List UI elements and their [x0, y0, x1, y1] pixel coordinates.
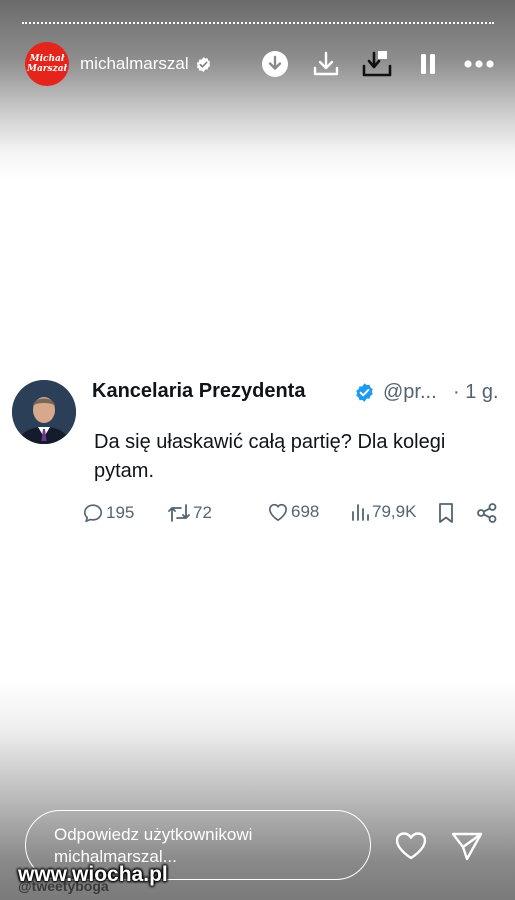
retweet-action[interactable]: 72: [167, 502, 212, 524]
verified-badge-icon: [356, 383, 373, 402]
download-circle-icon[interactable]: [259, 48, 291, 80]
heart-icon[interactable]: [393, 830, 429, 862]
tweet-author-name[interactable]: Kancelaria Prezydenta: [92, 380, 305, 403]
views-icon: [352, 504, 369, 521]
tweet-timestamp: · 1 g.: [453, 381, 499, 403]
profile-avatar[interactable]: Michał Marszał: [25, 42, 69, 86]
reply-count: 195: [106, 503, 135, 522]
share-icon: [477, 503, 497, 523]
views-action[interactable]: 79,9K: [350, 502, 416, 522]
send-icon[interactable]: [449, 830, 485, 862]
download-icon[interactable]: [310, 48, 342, 80]
reply-action[interactable]: 195: [82, 502, 134, 524]
avatar-text-line1: Michał: [29, 54, 65, 64]
avatar-text-line2: Marszał: [26, 64, 67, 74]
reply-icon: [83, 504, 103, 523]
like-action[interactable]: 698: [267, 502, 319, 522]
save-to-device-icon[interactable]: [361, 48, 393, 80]
story-progress-bar: [22, 22, 494, 24]
site-watermark: www.wiocha.pl: [18, 863, 168, 886]
tweet-text: Da się ułaskawić całą partię? Dla kolegi…: [94, 431, 446, 482]
bookmark-icon: [439, 503, 453, 523]
retweet-count: 72: [193, 503, 212, 522]
retweet-icon: [168, 504, 190, 522]
verified-badge-icon: [196, 56, 210, 72]
tweet-avatar: [12, 380, 76, 444]
more-icon[interactable]: [463, 48, 495, 80]
like-icon: [269, 503, 287, 521]
tweet-actions: 195 72 698 79,9K: [82, 502, 497, 530]
share-button[interactable]: [476, 502, 500, 524]
story-header: Michał Marszał michalmarszal: [25, 40, 495, 88]
pause-icon[interactable]: [412, 48, 444, 80]
views-count: 79,9K: [372, 502, 417, 521]
story-viewer: Michał Marszał michalmarszal Kancelaria …: [0, 0, 515, 900]
tweet-handle[interactable]: @pr...: [383, 381, 437, 404]
like-count: 698: [291, 502, 320, 521]
username[interactable]: michalmarszal: [80, 54, 189, 74]
bookmark-button[interactable]: [437, 502, 457, 524]
